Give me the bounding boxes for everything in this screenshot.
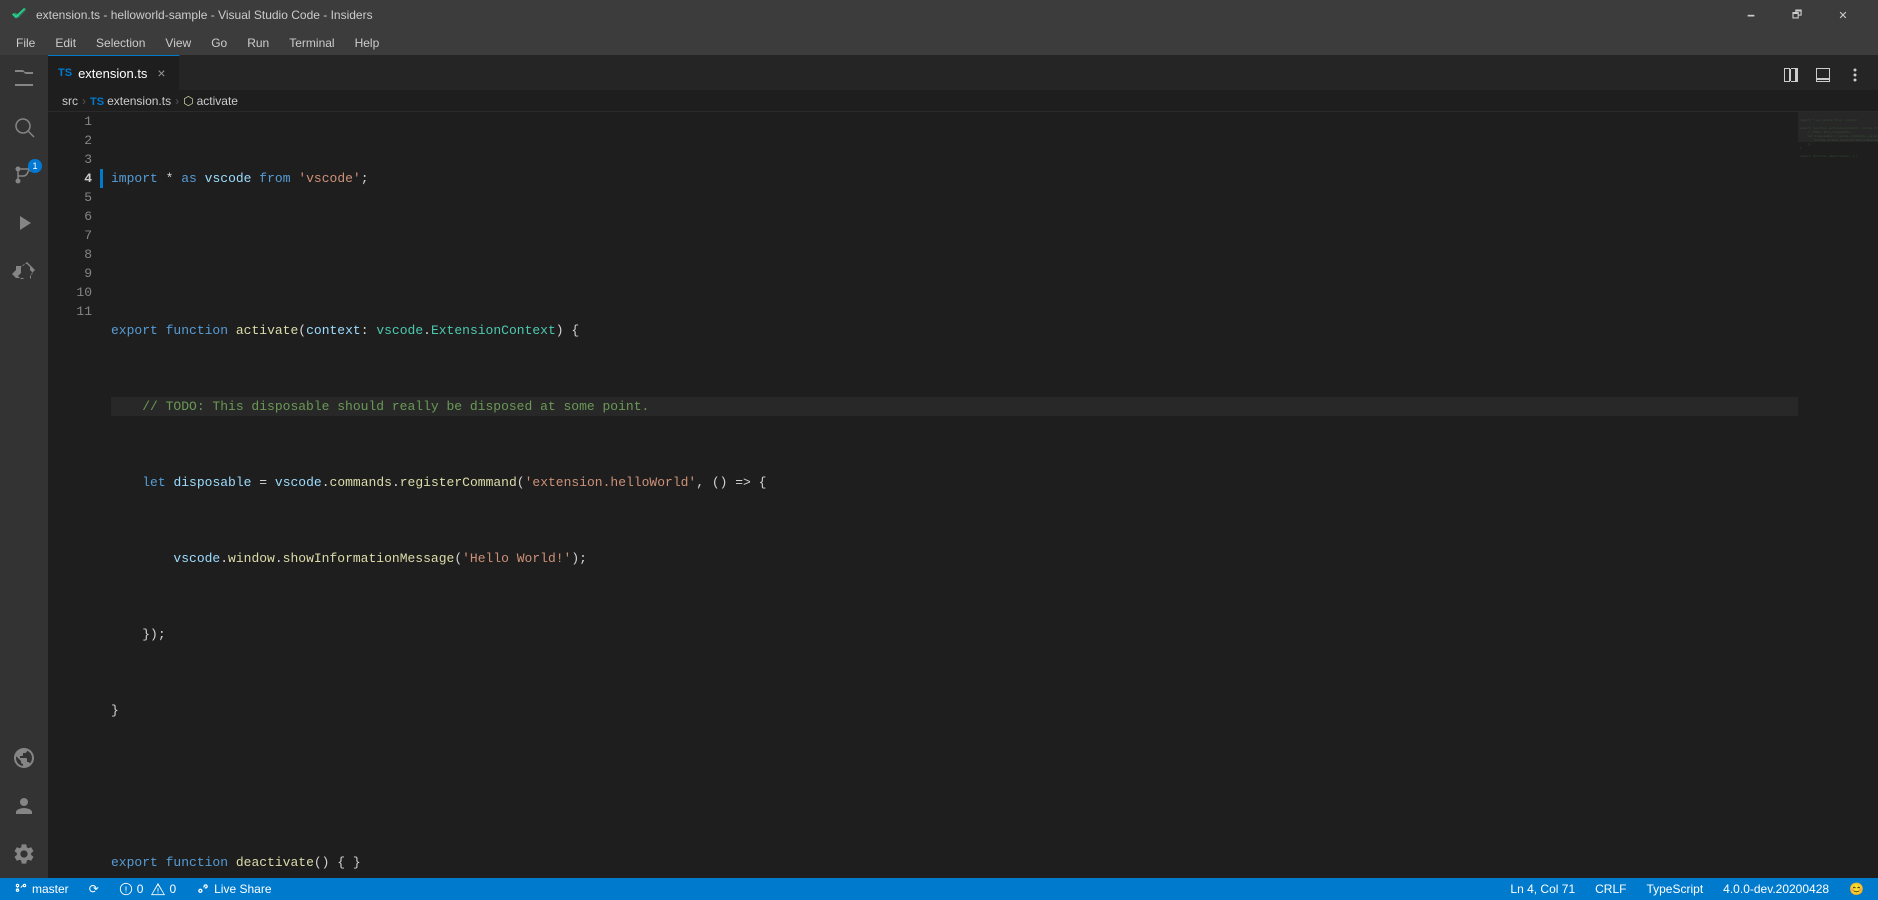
warning-count: 0 xyxy=(169,882,176,896)
breadcrumb: src › TSextension.ts › ⬡activate xyxy=(48,90,1878,112)
tab-extension-ts[interactable]: TS extension.ts × xyxy=(48,55,180,90)
menu-file[interactable]: File xyxy=(8,34,43,52)
minimap: import * as vscode from 'vscode'; export… xyxy=(1798,112,1878,878)
eol-text: CRLF xyxy=(1595,882,1626,896)
status-bar: master ⟳ 0 0 Live Share Ln 4, Col 71 CR xyxy=(0,878,1878,900)
activity-search[interactable] xyxy=(0,103,48,151)
window-controls[interactable]: 🗕 🗗 ✕ xyxy=(1728,0,1866,30)
error-count: 0 xyxy=(137,882,144,896)
status-feedback[interactable]: 😊 xyxy=(1845,878,1868,900)
menu-run[interactable]: Run xyxy=(239,34,277,52)
toggle-panel-button[interactable] xyxy=(1808,60,1838,90)
title-bar: extension.ts - helloworld-sample - Visua… xyxy=(0,0,1878,30)
git-branch-icon xyxy=(14,882,28,896)
status-left: master ⟳ 0 0 Live Share xyxy=(10,878,276,900)
line-col-text: Ln 4, Col 71 xyxy=(1510,882,1575,896)
code-line-2 xyxy=(111,245,1798,264)
code-line-4: // TODO: This disposable should really b… xyxy=(111,397,1798,416)
main-layout: 1 xyxy=(0,55,1878,878)
code-line-10: export function deactivate() { } xyxy=(111,853,1798,872)
tab-label: extension.ts xyxy=(78,66,147,81)
code-line-8: } xyxy=(111,701,1798,720)
activity-source-control[interactable]: 1 xyxy=(0,151,48,199)
window-title: extension.ts - helloworld-sample - Visua… xyxy=(36,8,373,22)
live-share-icon xyxy=(196,882,210,896)
version-text: 4.0.0-dev.20200428 xyxy=(1723,882,1829,896)
close-button[interactable]: ✕ xyxy=(1820,0,1866,30)
editor-top-icons xyxy=(1776,60,1870,90)
menu-bar: File Edit Selection View Go Run Terminal… xyxy=(0,30,1878,55)
language-text: TypeScript xyxy=(1646,882,1703,896)
activity-account[interactable] xyxy=(0,782,48,830)
error-icon xyxy=(119,882,133,896)
menu-selection[interactable]: Selection xyxy=(88,34,153,52)
code-line-9 xyxy=(111,777,1798,796)
status-eol[interactable]: CRLF xyxy=(1591,878,1630,900)
menu-edit[interactable]: Edit xyxy=(47,34,84,52)
activity-explorer[interactable] xyxy=(0,55,48,103)
activity-extensions[interactable] xyxy=(0,247,48,295)
code-line-1: import * as vscode from 'vscode'; xyxy=(111,169,1798,188)
tab-bar: TS extension.ts × xyxy=(48,55,1878,90)
status-live-share[interactable]: Live Share xyxy=(192,878,275,900)
menu-help[interactable]: Help xyxy=(347,34,388,52)
activity-settings[interactable] xyxy=(0,830,48,878)
code-line-6: vscode.window.showInformationMessage('He… xyxy=(111,549,1798,568)
status-language[interactable]: TypeScript xyxy=(1642,878,1707,900)
warning-icon xyxy=(151,882,165,896)
minimap-content: import * as vscode from 'vscode'; export… xyxy=(1798,112,1878,164)
status-right: Ln 4, Col 71 CRLF TypeScript 4.0.0-dev.2… xyxy=(1506,878,1868,900)
menu-view[interactable]: View xyxy=(157,34,199,52)
tab-ts-icon: TS xyxy=(58,67,72,79)
breadcrumb-file[interactable]: TSextension.ts xyxy=(90,94,171,108)
line-numbers: 1 2 3 4 5 6 7 8 9 10 11 xyxy=(50,112,100,878)
sync-icon: ⟳ xyxy=(89,882,99,896)
source-control-badge: 1 xyxy=(28,159,42,173)
restore-button[interactable]: 🗗 xyxy=(1774,0,1820,30)
code-content[interactable]: import * as vscode from 'vscode'; export… xyxy=(103,112,1798,878)
status-errors[interactable]: 0 0 xyxy=(115,878,180,900)
menu-go[interactable]: Go xyxy=(203,34,235,52)
activity-remote[interactable] xyxy=(0,734,48,782)
app-logo xyxy=(12,7,28,23)
code-line-3: export function activate(context: vscode… xyxy=(111,321,1798,340)
activity-bottom xyxy=(0,734,48,878)
code-line-5: let disposable = vscode.commands.registe… xyxy=(111,473,1798,492)
activity-run[interactable] xyxy=(0,199,48,247)
line-indicator-container xyxy=(48,112,50,878)
tab-close-button[interactable]: × xyxy=(153,65,169,81)
status-version[interactable]: 4.0.0-dev.20200428 xyxy=(1719,878,1833,900)
code-editor[interactable]: 1 2 3 4 5 6 7 8 9 10 11 import * as vsco… xyxy=(48,112,1878,878)
status-line-col[interactable]: Ln 4, Col 71 xyxy=(1506,878,1579,900)
code-line-7: }); xyxy=(111,625,1798,644)
menu-terminal[interactable]: Terminal xyxy=(281,34,342,52)
breadcrumb-symbol[interactable]: ⬡activate xyxy=(183,94,238,108)
gutter xyxy=(100,112,103,878)
status-sync[interactable]: ⟳ xyxy=(85,878,103,900)
more-actions-button[interactable] xyxy=(1840,60,1870,90)
split-editor-button[interactable] xyxy=(1776,60,1806,90)
status-branch[interactable]: master xyxy=(10,878,73,900)
minimize-button[interactable]: 🗕 xyxy=(1728,0,1774,30)
title-bar-left: extension.ts - helloworld-sample - Visua… xyxy=(12,7,373,23)
activity-bar: 1 xyxy=(0,55,48,878)
breadcrumb-src[interactable]: src xyxy=(62,94,78,108)
live-share-label: Live Share xyxy=(214,882,271,896)
editor-area: TS extension.ts × xyxy=(48,55,1878,878)
feedback-icon: 😊 xyxy=(1849,882,1864,896)
branch-name: master xyxy=(32,882,69,896)
